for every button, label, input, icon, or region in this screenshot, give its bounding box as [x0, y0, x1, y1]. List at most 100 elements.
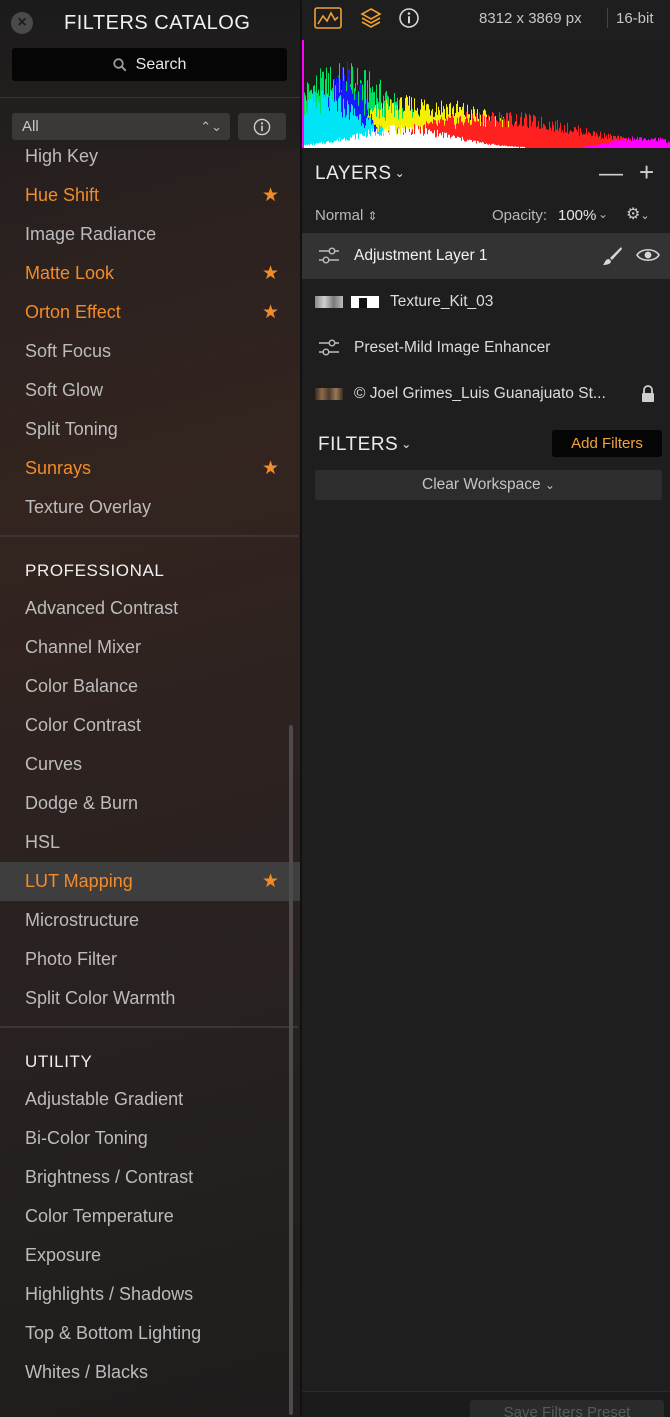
layer-row[interactable]: Adjustment Layer 1: [302, 233, 670, 279]
histogram-bar: [668, 141, 669, 148]
divider: [607, 8, 608, 28]
filter-item[interactable]: Microstructure: [0, 901, 300, 940]
filter-item[interactable]: Split Toning: [0, 410, 300, 449]
filters-header[interactable]: FILTERS ⌄: [318, 434, 412, 456]
brush-icon[interactable]: [601, 245, 623, 267]
filter-item[interactable]: Color Temperature: [0, 1197, 300, 1236]
catalog-info-button[interactable]: [238, 113, 286, 140]
filter-item[interactable]: Whites / Blacks: [0, 1353, 300, 1392]
bit-depth: 16-bit: [616, 10, 654, 27]
filter-item[interactable]: Brightness / Contrast: [0, 1158, 300, 1197]
histogram-bar: [554, 131, 555, 148]
filter-item[interactable]: Sunrays ★: [0, 449, 300, 488]
favorite-star-icon[interactable]: ★: [262, 293, 279, 332]
histogram-bar: [542, 128, 543, 148]
histogram-bar: [659, 140, 660, 148]
chevron-down-icon: ⌄: [401, 437, 412, 451]
histogram-bar: [319, 142, 320, 148]
filter-item[interactable]: Texture Overlay: [0, 488, 300, 527]
layer-row[interactable]: Preset-Mild Image Enhancer: [302, 325, 670, 371]
filter-item[interactable]: Highlights / Shadows: [0, 1275, 300, 1314]
layers-header[interactable]: LAYERS ⌄: [315, 163, 405, 185]
histogram-bar: [471, 140, 472, 148]
histogram-bar: [316, 142, 317, 148]
opacity-label: Opacity:: [492, 207, 548, 224]
filter-item[interactable]: Channel Mixer: [0, 628, 300, 667]
filter-item[interactable]: Soft Focus: [0, 332, 300, 371]
save-filters-preset-button[interactable]: Save Filters Preset: [470, 1400, 664, 1417]
category-select[interactable]: All ⌃⌄: [12, 113, 230, 140]
histogram-bar: [373, 128, 374, 148]
histogram-bar: [516, 114, 517, 148]
chevron-down-icon[interactable]: ⌄: [598, 207, 608, 221]
filter-item-label: Color Balance: [25, 676, 139, 696]
clear-workspace-button[interactable]: Clear Workspace ⌄: [315, 470, 662, 500]
favorite-star-icon[interactable]: ★: [262, 449, 279, 488]
histogram-bar: [417, 125, 418, 148]
search-icon: [112, 57, 127, 72]
close-catalog-button[interactable]: ×: [11, 12, 33, 34]
filter-item[interactable]: Soft Glow: [0, 371, 300, 410]
filter-item[interactable]: Top & Bottom Lighting: [0, 1314, 300, 1353]
histogram-bar: [449, 134, 450, 148]
histogram-bar: [535, 116, 536, 148]
filter-item[interactable]: Color Balance: [0, 667, 300, 706]
histogram-bar: [581, 132, 582, 148]
histogram-bar: [647, 140, 648, 148]
histogram-bar: [490, 145, 491, 148]
histogram-bar: [587, 134, 588, 148]
favorite-star-icon[interactable]: ★: [262, 254, 279, 293]
histogram-bar: [661, 139, 662, 148]
histogram-bar: [479, 142, 480, 148]
search-input[interactable]: Search: [12, 48, 287, 81]
layer-row[interactable]: Texture_Kit_03: [302, 279, 670, 325]
filter-item[interactable]: Orton Effect ★: [0, 293, 300, 332]
histogram-bar: [632, 136, 633, 148]
catalog-scrollbar[interactable]: [289, 725, 293, 1415]
histogram-bar: [563, 132, 564, 148]
filter-item[interactable]: Photo Filter: [0, 940, 300, 979]
histogram-bar: [651, 138, 652, 148]
search-placeholder: Search: [135, 55, 187, 73]
filter-item[interactable]: Hue Shift ★: [0, 176, 300, 215]
histogram-bar: [377, 133, 378, 148]
histogram-bar: [309, 93, 310, 148]
filter-item[interactable]: LUT Mapping ★: [0, 862, 300, 901]
remove-layer-button[interactable]: —: [599, 160, 623, 188]
catalog-title: FILTERS CATALOG: [64, 12, 251, 34]
filter-item[interactable]: Adjustable Gradient: [0, 1080, 300, 1119]
favorite-star-icon[interactable]: ★: [262, 862, 279, 901]
histogram-bar: [464, 141, 465, 148]
layer-settings-button[interactable]: ⚙⌄: [626, 204, 650, 224]
layers-icon[interactable]: [359, 6, 383, 30]
filter-item[interactable]: Color Contrast: [0, 706, 300, 745]
filter-item[interactable]: Dodge & Burn: [0, 784, 300, 823]
layer-row[interactable]: © Joel Grimes_Luis Guanajuato St...: [302, 371, 670, 417]
filter-item[interactable]: Curves: [0, 745, 300, 784]
eye-icon[interactable]: [636, 247, 660, 263]
histogram-bar: [488, 114, 489, 148]
layer-name: Adjustment Layer 1: [354, 247, 488, 264]
filter-item[interactable]: Advanced Contrast: [0, 589, 300, 628]
add-layer-button[interactable]: +: [639, 157, 654, 188]
filter-item[interactable]: Exposure: [0, 1236, 300, 1275]
histogram-bar: [483, 142, 484, 148]
filter-item[interactable]: Matte Look ★: [0, 254, 300, 293]
histogram-bar: [576, 129, 577, 148]
filter-item[interactable]: HSL: [0, 823, 300, 862]
add-filters-button[interactable]: Add Filters: [552, 430, 662, 457]
histogram-bar: [577, 131, 578, 148]
opacity-value[interactable]: 100%: [558, 207, 596, 224]
blend-mode-select[interactable]: Normal ⇕: [315, 207, 378, 224]
histogram-bar: [415, 129, 416, 148]
filter-item[interactable]: Bi-Color Toning: [0, 1119, 300, 1158]
filter-item[interactable]: Split Color Warmth: [0, 979, 300, 1018]
histogram-icon[interactable]: [314, 7, 342, 29]
histogram-bar: [431, 131, 432, 148]
section-divider: [0, 1026, 298, 1028]
filter-item[interactable]: Image Radiance: [0, 215, 300, 254]
info-icon[interactable]: [398, 7, 420, 29]
favorite-star-icon[interactable]: ★: [262, 176, 279, 215]
histogram-bar: [312, 145, 313, 148]
category-select-value: All: [22, 118, 39, 135]
